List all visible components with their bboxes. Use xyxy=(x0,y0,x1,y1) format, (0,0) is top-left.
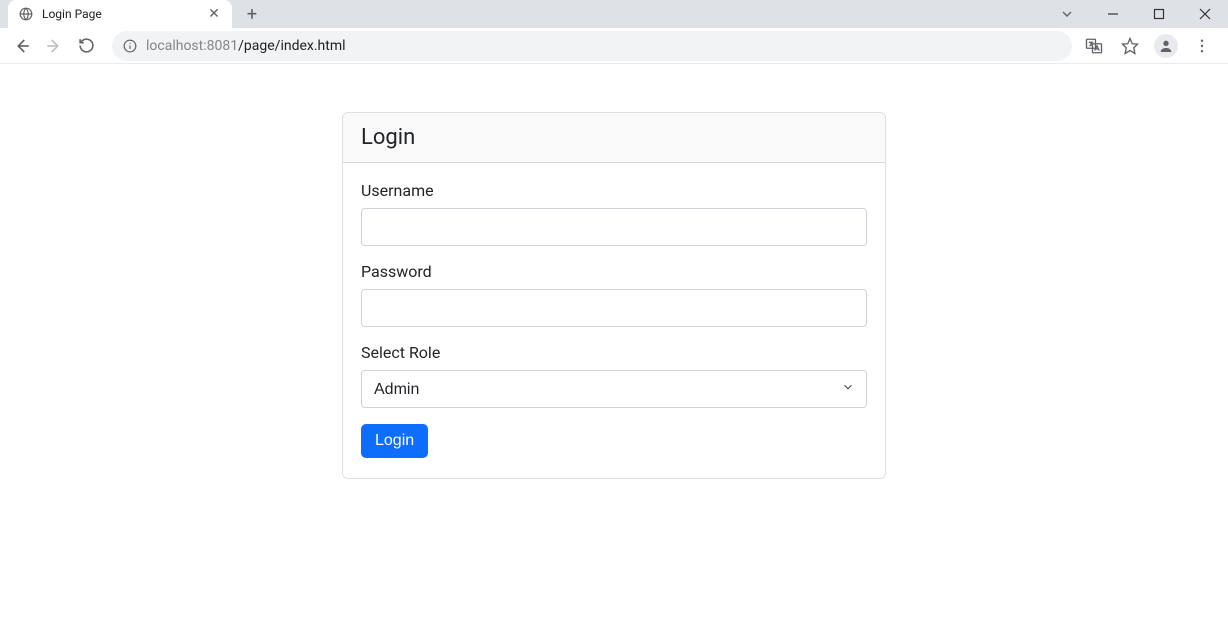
username-label: Username xyxy=(361,181,867,200)
login-form: Username Password Select Role Admin xyxy=(343,163,885,478)
chevron-down-icon[interactable] xyxy=(1044,0,1090,28)
toolbar-right xyxy=(1080,32,1220,60)
forward-button[interactable] xyxy=(40,32,68,60)
minimize-button[interactable] xyxy=(1090,0,1136,28)
username-input[interactable] xyxy=(361,208,867,246)
tab-strip: Login Page ✕ + xyxy=(0,0,1228,28)
address-bar[interactable]: localhost:8081/page/index.html xyxy=(112,31,1072,61)
role-label: Select Role xyxy=(361,343,867,362)
browser-chrome: Login Page ✕ + xyxy=(0,0,1228,64)
password-input[interactable] xyxy=(361,289,867,327)
translate-icon[interactable] xyxy=(1080,32,1108,60)
info-icon[interactable] xyxy=(122,38,138,54)
login-card: Login Username Password Select Role Admi… xyxy=(342,112,886,479)
card-title: Login xyxy=(343,113,885,163)
active-tab[interactable]: Login Page ✕ xyxy=(8,0,232,28)
back-button[interactable] xyxy=(8,32,36,60)
close-icon[interactable]: ✕ xyxy=(206,6,222,22)
star-icon[interactable] xyxy=(1116,32,1144,60)
url-text: localhost:8081/page/index.html xyxy=(146,38,1062,54)
tab-title: Login Page xyxy=(42,7,206,21)
avatar-icon xyxy=(1154,34,1178,58)
profile-button[interactable] xyxy=(1152,32,1180,60)
window-controls xyxy=(1044,0,1228,28)
toolbar: localhost:8081/page/index.html xyxy=(0,28,1228,64)
role-select[interactable]: Admin xyxy=(361,370,867,408)
password-label: Password xyxy=(361,262,867,281)
login-button[interactable]: Login xyxy=(361,424,428,458)
kebab-menu-icon[interactable] xyxy=(1188,32,1216,60)
globe-icon xyxy=(18,6,34,22)
reload-button[interactable] xyxy=(72,32,100,60)
window-close-button[interactable] xyxy=(1182,0,1228,28)
maximize-button[interactable] xyxy=(1136,0,1182,28)
page-content: Login Username Password Select Role Admi… xyxy=(0,64,1228,479)
new-tab-button[interactable]: + xyxy=(238,0,266,28)
